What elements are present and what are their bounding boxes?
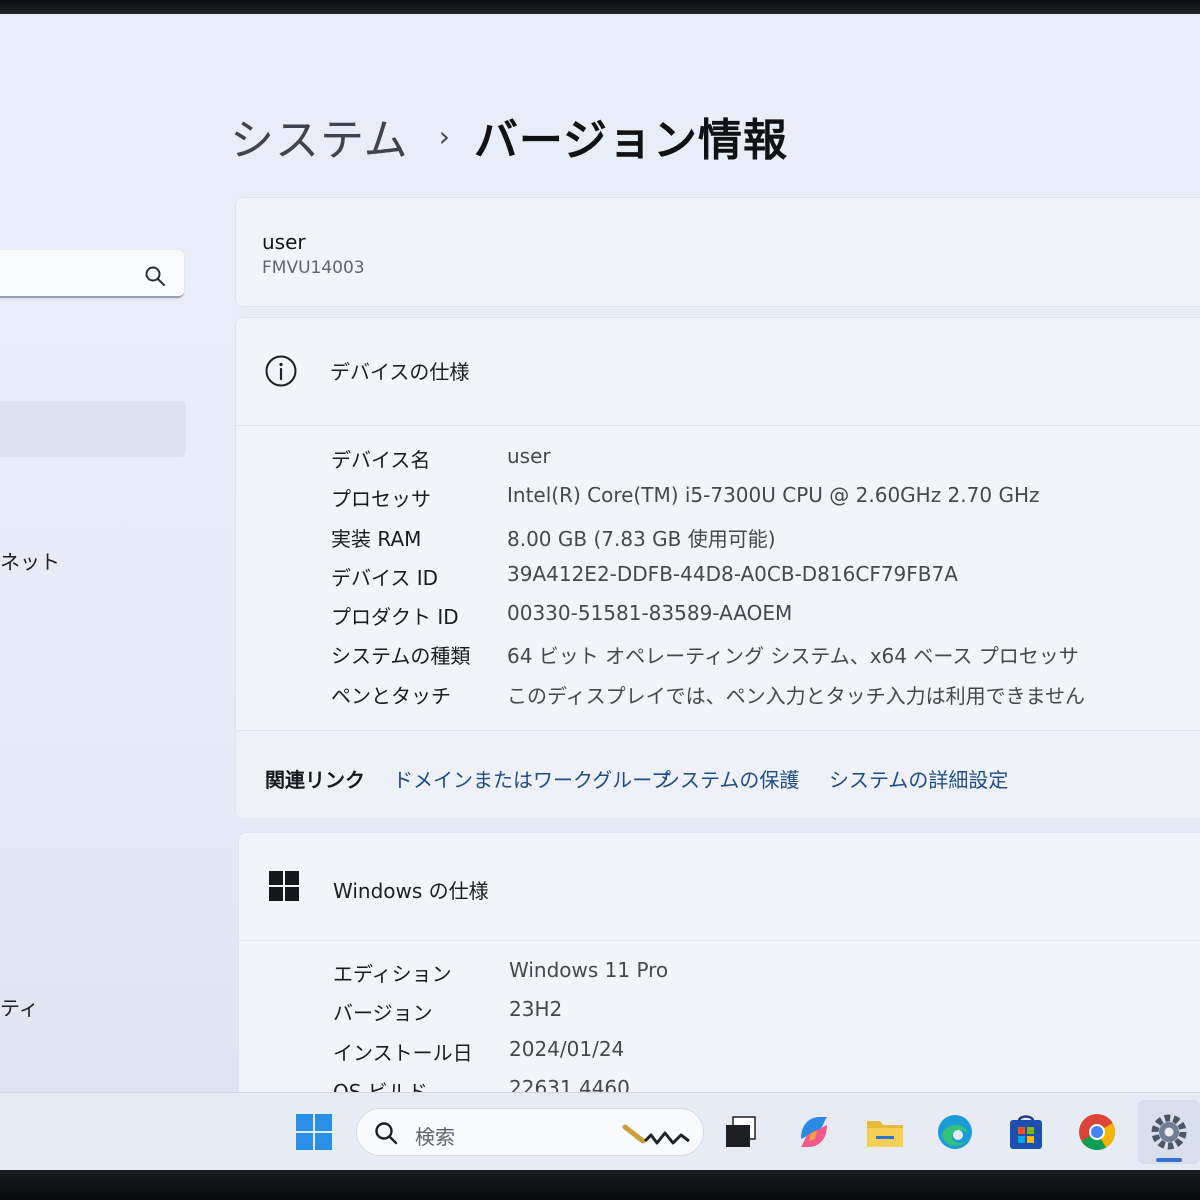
device-name-card: user FMVU14003 — [235, 197, 1200, 307]
taskbar: 検索 — [0, 1092, 1200, 1170]
domain-workgroup-link[interactable]: ドメインまたはワークグループ — [393, 764, 671, 793]
spec-value: Windows 11 Pro — [509, 958, 669, 982]
settings-icon[interactable] — [1148, 1111, 1190, 1153]
taskbar-search-placeholder: 検索 — [415, 1125, 455, 1149]
user-name: user — [262, 230, 306, 254]
page-title: バージョン情報 — [473, 115, 789, 166]
monitor-bezel-bottom — [0, 1170, 1200, 1200]
spec-value: 39A412E2-DDFB-44D8-A0CB-D816CF79FB7A — [507, 561, 958, 586]
monitor-bezel-top — [0, 0, 1200, 14]
related-links-bar: 関連リンク ドメインまたはワークグループ システムの保護 システムの詳細設定 — [236, 730, 1200, 818]
spec-value: 00330-51581-83589-AAOEM — [507, 601, 793, 626]
spec-label: プロダクト ID — [331, 605, 459, 630]
spec-label: ペンとタッチ — [331, 683, 451, 708]
store-icon[interactable] — [1005, 1111, 1047, 1153]
windows-logo-icon — [269, 871, 299, 901]
spec-value: 2024/01/24 — [509, 1036, 625, 1061]
copilot-icon[interactable] — [793, 1111, 835, 1153]
spec-label: バージョン — [333, 1001, 433, 1026]
edge-icon[interactable] — [934, 1111, 976, 1153]
settings-search-input[interactable] — [0, 250, 184, 298]
info-icon — [265, 355, 297, 387]
device-spec-card: デバイスの仕様 デバイス名 user プロセッサ Intel(R) Core(T… — [235, 317, 1200, 818]
windows-spec-header[interactable]: Windows の仕様 — [239, 833, 1200, 941]
windows-start-icon[interactable] — [293, 1111, 335, 1153]
sidebar-item-selected[interactable] — [0, 401, 186, 457]
spec-value: Intel(R) Core(TM) i5-7300U CPU @ 2.60GHz… — [507, 483, 1040, 508]
spec-label: システムの種類 — [331, 644, 471, 669]
system-protection-link[interactable]: システムの保護 — [660, 764, 799, 793]
sidebar-item-accessibility[interactable]: ティ — [0, 992, 39, 1021]
windows-spec-title: Windows の仕様 — [333, 879, 489, 903]
advanced-system-settings-link[interactable]: システムの詳細設定 — [829, 764, 1008, 793]
search-icon — [375, 1122, 398, 1145]
spec-label: インストール日 — [333, 1040, 473, 1065]
breadcrumb: システム › バージョン情報 — [230, 106, 788, 166]
spec-label: エディション — [333, 962, 452, 986]
spec-label: デバイス ID — [331, 565, 439, 590]
spec-label: デバイス名 — [331, 448, 431, 472]
device-spec-title: デバイスの仕様 — [330, 360, 470, 384]
spec-label: 実装 RAM — [331, 526, 422, 551]
spec-value: 8.00 GB (7.83 GB 使用可能) — [507, 526, 776, 551]
breadcrumb-separator: › — [438, 119, 450, 153]
active-app-indicator — [1156, 1158, 1182, 1162]
file-explorer-icon[interactable] — [864, 1111, 906, 1153]
spec-value: このディスプレイでは、ペン入力とタッチ入力は利用できません — [507, 683, 1085, 708]
breadcrumb-system-link[interactable]: システム — [230, 104, 409, 168]
spec-value: user — [507, 444, 551, 468]
related-links-title: 関連リンク — [265, 768, 365, 792]
chrome-icon[interactable] — [1076, 1111, 1118, 1153]
task-view-icon[interactable] — [720, 1111, 762, 1153]
spec-label: プロセッサ — [331, 487, 431, 512]
spec-value: 64 ビット オペレーティング システム、x64 ベース プロセッサ — [507, 644, 1079, 669]
search-highlight-icon — [622, 1124, 690, 1145]
search-icon — [145, 266, 165, 286]
settings-window: ネット ティ システム › バージョン情報 user FMVU14003 デバイ… — [0, 14, 1200, 1170]
device-model: FMVU14003 — [262, 258, 365, 278]
sidebar-item-network[interactable]: ネット — [0, 546, 60, 575]
device-spec-header[interactable]: デバイスの仕様 — [236, 318, 1200, 426]
taskbar-search-box[interactable]: 検索 — [356, 1108, 704, 1156]
spec-value: 23H2 — [509, 997, 563, 1022]
